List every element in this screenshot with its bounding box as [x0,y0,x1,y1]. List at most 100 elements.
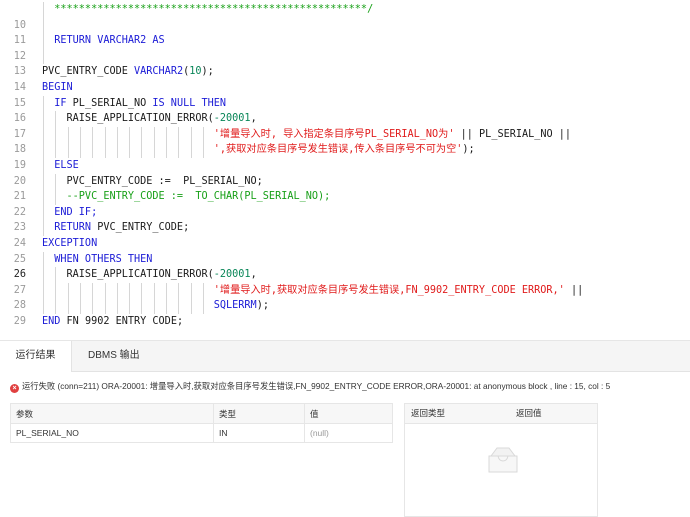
code-text: --PVC_ENTRY_CODE := TO_CHAR(PL_SERIAL_NO… [42,189,331,205]
line-number: 25 [13,253,26,265]
code-line[interactable]: 24 EXCEPTION [0,236,690,252]
code-text: PVC_ENTRY_CODE := PL_SERIAL_NO; [42,174,263,190]
code-token: PVC_ENTRY_CODE; [97,222,190,234]
run-status: × 运行失败 (conn=211) ORA-20001: 增量导入时,获取对应条目… [10,380,610,393]
code-token: ); [201,66,214,78]
code-token: PVC_ENTRY_CODE [42,66,135,78]
code-text: WHEN OTHERS THEN [42,252,152,268]
code-text: PVC_ENTRY_CODE VARCHAR2(10); [42,64,214,80]
code-text: ',获取对应条目序号发生错误,传入条目序号不可为空'); [42,142,475,158]
code-text: RETURN PVC_ENTRY_CODE; [42,220,189,236]
code-editor[interactable]: ****************************************… [0,0,690,326]
tab-run-result[interactable]: 运行结果 [0,341,72,372]
code-line[interactable]: 18 ',获取对应条目序号发生错误,传入条目序号不可为空'); [0,142,690,158]
line-number: 14 [13,82,26,93]
indent-guide [43,17,44,34]
code-token: IS NULL THEN [152,97,227,109]
code-text: ELSE [42,158,79,174]
code-line[interactable]: 20 PVC_ENTRY_CODE := PL_SERIAL_NO; [0,173,690,190]
table-row[interactable]: PL_SERIAL_NO IN (null) [11,423,393,443]
line-number: 29 [13,316,26,326]
code-line[interactable]: 28 SQLERRM); [0,298,690,314]
code-token: EXCEPTION [42,238,98,249]
code-line[interactable]: 11 RETURN VARCHAR2 AS [0,33,690,49]
line-number: 16 [13,113,26,125]
code-line[interactable]: 19 ELSE [0,158,690,174]
line-number: 18 [13,144,26,156]
code-text: EXCEPTION [42,236,97,252]
code-line[interactable]: ****************************************… [0,2,690,18]
code-token: RAISE_APPLICATION_ERROR( [42,113,214,125]
code-token: RAISE_APPLICATION_ERROR( [42,269,214,281]
code-text: SQLERRM); [42,298,269,314]
error-icon: × [10,384,19,393]
column-header-return-type: 返回类型 [411,408,446,418]
code-token: || [564,284,584,296]
line-number: 22 [13,206,26,218]
column-header-type: 类型 [213,403,305,424]
code-line[interactable]: 13 PVC_ENTRY_CODE VARCHAR2(10); [0,64,690,80]
line-number: 24 [13,238,26,249]
line-number: 21 [13,191,26,203]
code-token: || PL_SERIAL_NO || [454,128,572,140]
code-token: VARCHAR2 [134,66,184,78]
line-number: 23 [13,222,26,234]
code-token: ELSE [42,160,79,171]
line-number: 17 [13,128,26,140]
code-line[interactable]: 17 '增量导入时, 导入指定条目序号PL_SERIAL_NO为' || PL_… [0,126,690,143]
tab-dbms-output[interactable]: DBMS 输出 [88,341,158,371]
code-token: '增量导入时, 导入指定条目序号PL_SERIAL_NO为' [213,128,455,140]
code-text: ****************************************… [42,2,373,18]
code-token: PL_SERIAL_NO [72,97,153,109]
code-token: , [250,269,257,281]
code-line[interactable]: 15 IF PL_SERIAL_NO IS NULL THEN [0,95,690,112]
line-number: 19 [13,160,26,171]
code-token: RETURN VARCHAR2 AS [42,35,165,47]
code-line[interactable]: 27 '增量导入时,获取对应条目序号发生错误,FN_9902_ENTRY_COD… [0,282,690,299]
column-header-value: 值 [304,403,393,424]
params-table: 参数 类型 值 PL_SERIAL_NO IN (null) [10,403,393,443]
code-token: -20001 [213,269,251,281]
code-token: ); [462,144,475,156]
line-number: 12 [13,50,26,62]
code-line[interactable]: 26 RAISE_APPLICATION_ERROR(-20001, [0,267,690,283]
result-panel: 运行结果 DBMS 输出 × 运行失败 (conn=211) ORA-20001:… [0,340,690,517]
code-token: ',获取对应条目序号发生错误,传入条目序号不可为空' [213,144,463,156]
line-number: 13 [13,66,26,78]
line-number: 20 [13,175,26,187]
code-token: , [250,113,257,125]
code-text: RAISE_APPLICATION_ERROR(-20001, [42,111,257,127]
status-message: 运行失败 (conn=211) ORA-20001: 增量导入时,获取对应条目序… [22,381,611,391]
code-text: END FN_9902_ENTRY_CODE; [42,314,183,326]
code-line[interactable]: 16 RAISE_APPLICATION_ERROR(-20001, [0,111,690,127]
param-value-cell[interactable]: (null) [304,423,393,443]
column-header-return-value: 返回值 [516,408,542,418]
column-header-param: 参数 [10,403,214,424]
code-line[interactable]: 22 END IF; [0,204,690,221]
code-line[interactable]: 10 [0,17,690,34]
code-line[interactable]: 21 --PVC_ENTRY_CODE := TO_CHAR(PL_SERIAL… [0,189,690,205]
code-token: ); [256,300,269,312]
code-text: END IF; [42,205,97,221]
line-number: 11 [13,35,26,47]
code-text: IF PL_SERIAL_NO IS NULL THEN [42,96,226,112]
code-line[interactable]: 14 BEGIN [0,80,690,96]
code-text: BEGIN [42,80,73,96]
code-token: -20001 [213,113,251,125]
table-header-row: 参数 类型 值 [10,403,393,424]
line-number: 26 [13,269,26,281]
line-number: 28 [13,300,26,312]
code-token: END [42,316,67,326]
code-token: '增量导入时,获取对应条目序号发生错误,FN_9902_ENTRY_CODE E… [213,284,565,296]
code-line[interactable]: 29 END FN_9902_ENTRY_CODE; [0,314,690,326]
param-type-cell: IN [213,423,305,443]
code-line[interactable]: 12 [0,48,690,65]
code-text: '增量导入时,获取对应条目序号发生错误,FN_9902_ENTRY_CODE E… [42,283,583,299]
code-token: RETURN [42,222,98,234]
code-token: END IF; [42,206,98,218]
empty-box-icon [488,447,518,473]
code-line[interactable]: 23 RETURN PVC_ENTRY_CODE; [0,220,690,236]
code-line[interactable]: 25 WHEN OTHERS THEN [0,251,690,268]
return-table-header: 返回类型 返回值 [405,404,597,424]
